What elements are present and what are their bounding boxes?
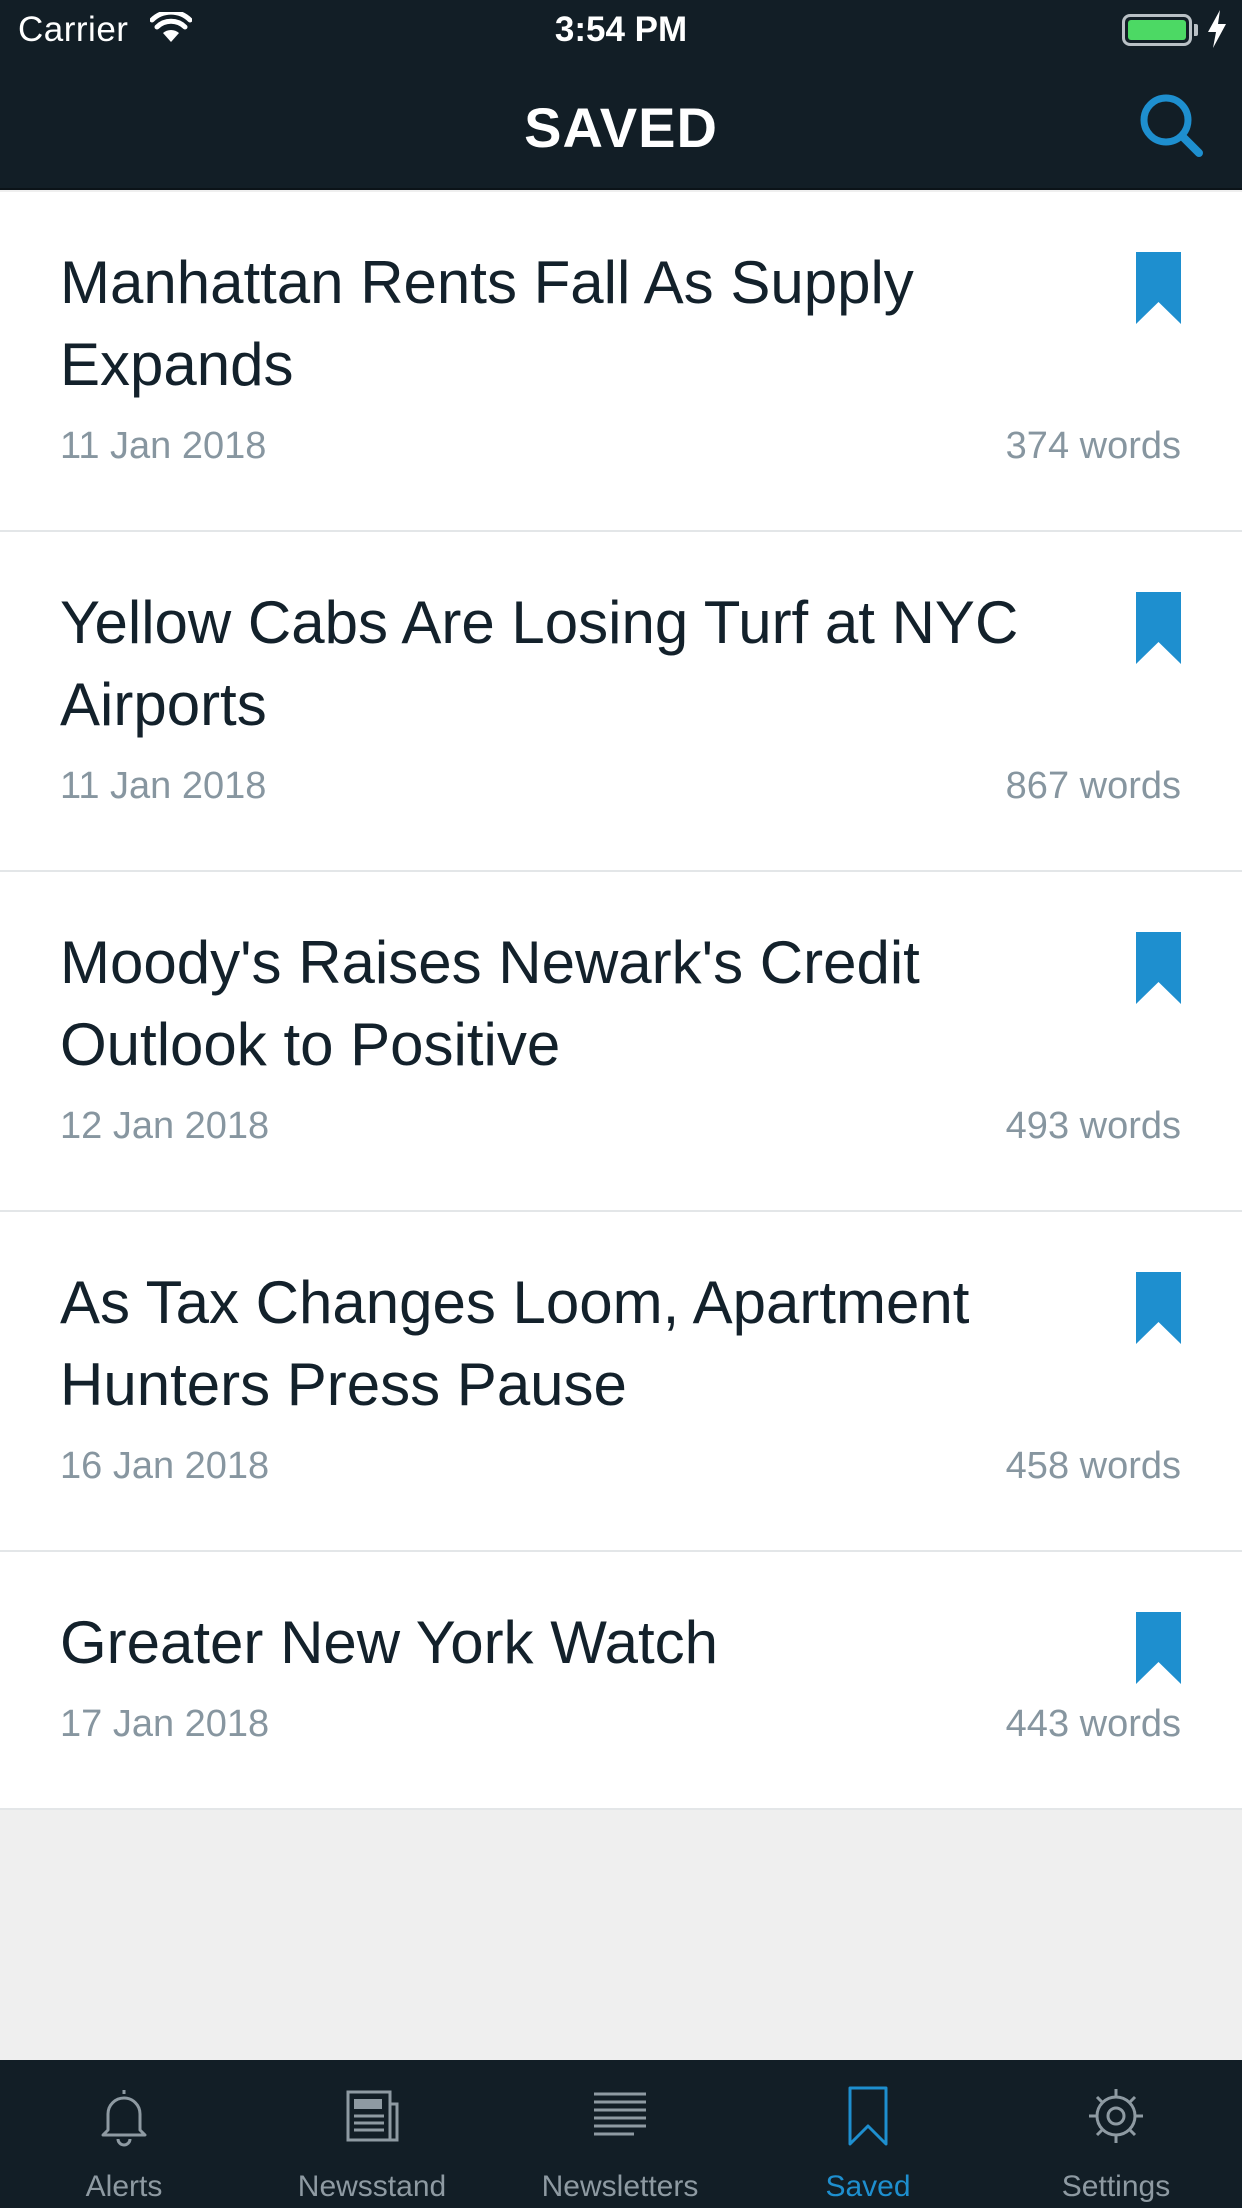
tab-label: Alerts <box>85 2170 163 2203</box>
list-item[interactable]: Manhattan Rents Fall As Supply Expands 1… <box>0 192 1242 532</box>
tab-newsletters[interactable]: Newsletters <box>496 2060 744 2208</box>
bookmark-icon[interactable] <box>1136 592 1181 664</box>
article-word-count: 443 words <box>1005 1703 1181 1745</box>
status-bar: Carrier 3:54 PM <box>0 0 1242 62</box>
article-title: Yellow Cabs Are Losing Turf at NYC Airpo… <box>60 589 1019 738</box>
bell-icon <box>101 2090 147 2147</box>
battery-tip <box>1194 24 1198 36</box>
article-date: 17 Jan 2018 <box>60 1703 270 1745</box>
status-time: 3:54 PM <box>554 10 688 49</box>
tab-label: Newsstand <box>297 2170 447 2203</box>
article-title: Greater New York Watch <box>60 1609 719 1676</box>
tab-alerts[interactable]: Alerts <box>0 2060 248 2208</box>
bookmark-icon <box>848 2086 888 2146</box>
tab-newsstand[interactable]: Newsstand <box>248 2060 496 2208</box>
article-date: 11 Jan 2018 <box>60 765 267 807</box>
tab-label: Newsletters <box>541 2170 699 2203</box>
article-word-count: 867 words <box>1005 765 1181 807</box>
gear-icon <box>1089 2089 1143 2143</box>
tab-settings[interactable]: Settings <box>992 2060 1240 2208</box>
list-item[interactable]: Yellow Cabs Are Losing Turf at NYC Airpo… <box>0 532 1242 872</box>
article-word-count: 374 words <box>1005 425 1181 467</box>
list-item[interactable]: Moody's Raises Newark's Credit Outlook t… <box>0 872 1242 1212</box>
page-title: SAVED <box>524 96 718 159</box>
article-word-count: 493 words <box>1005 1105 1181 1147</box>
bookmark-icon[interactable] <box>1136 252 1181 324</box>
saved-articles-list: Manhattan Rents Fall As Supply Expands 1… <box>0 192 1242 1810</box>
bookmark-icon[interactable] <box>1136 1612 1181 1684</box>
tab-label: Saved <box>825 2170 911 2203</box>
search-icon[interactable] <box>1136 90 1206 160</box>
tab-bar: Alerts Newsstand Newsletters Saved Setti… <box>0 2060 1242 2208</box>
charging-bolt-icon <box>1208 10 1226 48</box>
newspaper-icon <box>346 2090 399 2142</box>
lines-icon <box>594 2092 646 2136</box>
article-title: Manhattan Rents Fall As Supply Expands <box>60 249 914 398</box>
battery-icon <box>1122 14 1192 46</box>
article-word-count: 458 words <box>1005 1445 1181 1487</box>
tab-label: Settings <box>1061 2170 1171 2203</box>
bookmark-icon[interactable] <box>1136 932 1181 1004</box>
article-title: As Tax Changes Loom, Apartment Hunters P… <box>60 1269 970 1418</box>
tab-saved[interactable]: Saved <box>744 2060 992 2208</box>
navigation-bar: Carrier 3:54 PM SAVED <box>0 0 1242 190</box>
list-item[interactable]: Greater New York Watch 17 Jan 2018 443 w… <box>0 1552 1242 1810</box>
article-date: 11 Jan 2018 <box>60 425 267 467</box>
list-item[interactable]: As Tax Changes Loom, Apartment Hunters P… <box>0 1212 1242 1552</box>
bookmark-icon[interactable] <box>1136 1272 1181 1344</box>
article-date: 12 Jan 2018 <box>60 1105 270 1147</box>
article-date: 16 Jan 2018 <box>60 1445 270 1487</box>
article-title: Moody's Raises Newark's Credit Outlook t… <box>60 929 920 1078</box>
